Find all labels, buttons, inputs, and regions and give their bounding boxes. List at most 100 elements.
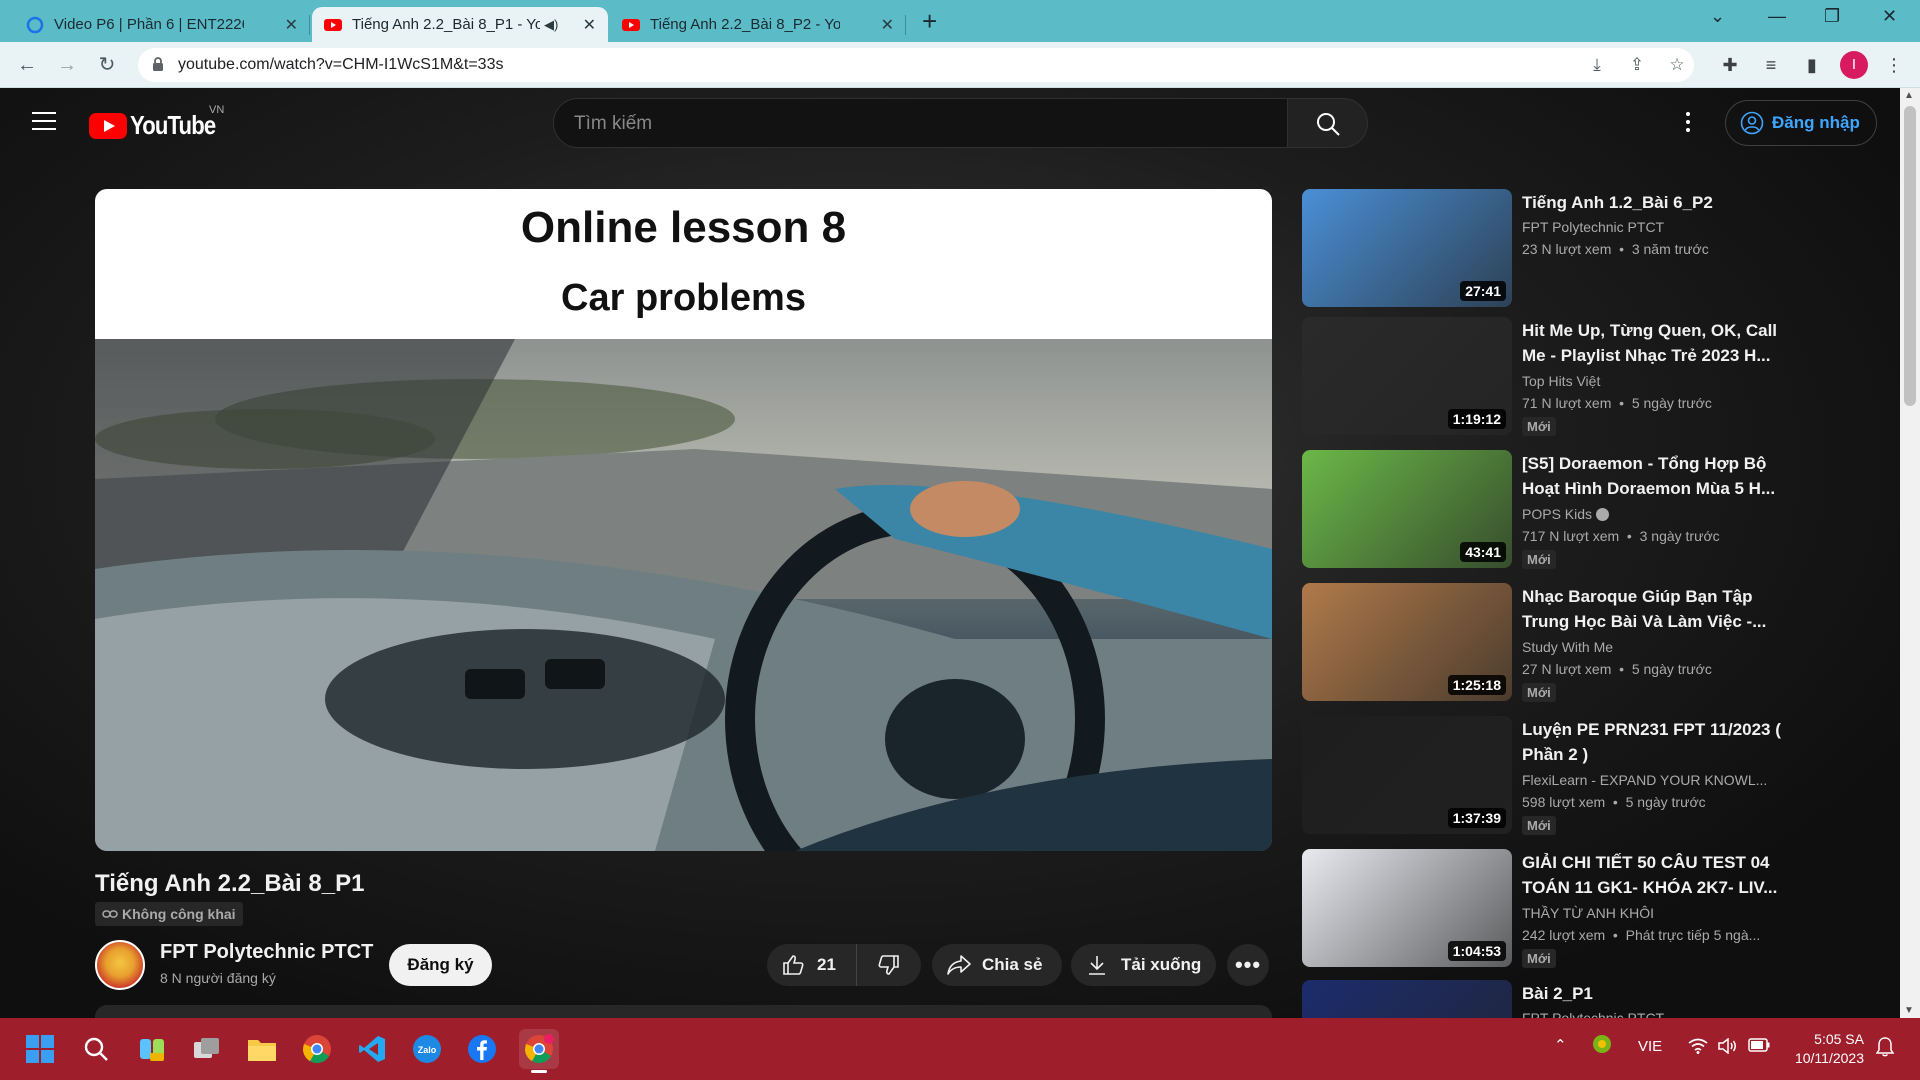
address-bar[interactable]: youtube.com/watch?v=CHM-I1WcS1M&t=33s ⤓ …	[138, 48, 1694, 82]
youtube-page: YouTube VN Tìm kiếm Đăng nhập Online les…	[0, 88, 1900, 1018]
search-button[interactable]	[1288, 98, 1368, 148]
video-thumbnail[interactable]: 1:04:53	[1302, 849, 1512, 967]
recommended-meta: 27 N lượt xem • 5 ngày trước	[1522, 661, 1712, 677]
tab-search-chevron-icon[interactable]: ⌄	[1710, 6, 1725, 27]
share-button[interactable]: Chia sẻ	[932, 944, 1062, 986]
windows-start-icon[interactable]	[22, 1031, 58, 1067]
video-thumbnail[interactable]: 1:25:18	[1302, 583, 1512, 701]
facebook-icon[interactable]	[464, 1031, 500, 1067]
wifi-icon[interactable]	[1688, 1038, 1708, 1058]
recommended-channel[interactable]: POPS Kids	[1522, 506, 1772, 522]
scroll-down-arrow-icon[interactable]: ▼	[1904, 1005, 1914, 1016]
close-window-button[interactable]: ✕	[1882, 6, 1897, 27]
battery-icon[interactable]	[1748, 1038, 1770, 1056]
recommended-channel[interactable]: FlexiLearn - EXPAND YOUR KNOWL...	[1522, 772, 1772, 788]
zalo-icon[interactable]: Zalo	[409, 1031, 445, 1067]
media-control-icon[interactable]: ≡	[1759, 53, 1783, 77]
browser-tab-active[interactable]: Tiếng Anh 2.2_Bài 8_P1 - Yo ◀) ✕	[312, 7, 608, 42]
close-tab-icon[interactable]: ✕	[575, 15, 596, 35]
more-actions-button[interactable]: •••	[1227, 944, 1269, 986]
recommended-video[interactable]: 1:04:53 GIẢI CHI TIẾT 50 CÂU TEST 04 TOÁN…	[1302, 849, 1782, 969]
file-explorer-icon[interactable]	[244, 1031, 280, 1067]
recommended-video[interactable]: 1:37:39 Luyện PE PRN231 FPT 11/2023 ( Phầ…	[1302, 716, 1782, 836]
bookmark-star-icon[interactable]: ☆	[1667, 55, 1687, 75]
signin-button[interactable]: Đăng nhập	[1725, 100, 1877, 146]
recommended-video[interactable]: Bài 2_P1 FPT Polytechnic PTCT	[1302, 980, 1782, 1018]
input-language[interactable]: VIE	[1638, 1038, 1662, 1055]
widgets-icon[interactable]	[134, 1031, 170, 1067]
reload-icon[interactable]: ↻	[95, 53, 119, 77]
extensions-puzzle-icon[interactable]: ✚	[1718, 53, 1742, 77]
page-scrollbar[interactable]: ▲ ▼	[1900, 88, 1920, 1018]
chrome-menu-icon[interactable]: ⋮	[1882, 53, 1906, 77]
share-page-icon[interactable]: ⇪	[1627, 55, 1647, 75]
task-view-icon[interactable]	[189, 1031, 225, 1067]
video-thumbnail[interactable]: 27:41	[1302, 189, 1512, 307]
search-icon[interactable]	[78, 1031, 114, 1067]
scrollbar-thumb[interactable]	[1904, 106, 1916, 406]
browser-tab[interactable]: Video P6 | Phần 6 | ENT2226 Co ✕	[14, 7, 310, 42]
recommended-video[interactable]: 1:25:18 Nhạc Baroque Giúp Bạn Tập Trung H…	[1302, 583, 1782, 703]
recommended-title[interactable]: [S5] Doraemon - Tổng Hợp Bộ Hoạt Hình Do…	[1522, 451, 1782, 501]
system-clock[interactable]: 5:05 SA 10/11/2023	[1772, 1030, 1864, 1068]
side-panel-icon[interactable]: ▮	[1800, 53, 1824, 77]
search-input[interactable]: Tìm kiếm	[553, 98, 1288, 148]
like-button[interactable]: 21	[767, 944, 857, 986]
close-tab-icon[interactable]: ✕	[277, 15, 298, 35]
video-player[interactable]: Online lesson 8 Car problems	[95, 189, 1272, 851]
settings-kebab-icon[interactable]	[1686, 112, 1692, 136]
new-badge: Mới	[1522, 683, 1556, 702]
recommended-title[interactable]: Bài 2_P1	[1522, 981, 1782, 1006]
svg-text:Zalo: Zalo	[418, 1045, 437, 1055]
lock-icon[interactable]	[152, 57, 164, 72]
video-thumbnail[interactable]	[1302, 980, 1512, 1018]
network-status-icon[interactable]	[1592, 1034, 1612, 1058]
chrome-active-icon[interactable]	[519, 1029, 559, 1073]
browser-tab[interactable]: Tiếng Anh 2.2_Bài 8_P2 - YouTub ✕	[610, 7, 906, 42]
speaker-icon[interactable]: ◀)	[544, 17, 558, 33]
recommended-title[interactable]: Tiếng Anh 1.2_Bài 6_P2	[1522, 190, 1782, 215]
recommended-channel[interactable]: THẦY TỪ ANH KHÔI	[1522, 905, 1772, 921]
video-thumbnail[interactable]: 1:19:12	[1302, 317, 1512, 435]
volume-icon[interactable]	[1718, 1037, 1738, 1058]
vscode-icon[interactable]	[354, 1031, 390, 1067]
recommended-channel[interactable]: FPT Polytechnic PTCT	[1522, 1010, 1772, 1018]
recommended-video[interactable]: 27:41 Tiếng Anh 1.2_Bài 6_P2 FPT Polytechn…	[1302, 189, 1782, 309]
search-icon	[1317, 113, 1340, 136]
recommended-video[interactable]: 43:41 [S5] Doraemon - Tổng Hợp Bộ Hoạt Hì…	[1302, 450, 1782, 570]
video-duration: 1:04:53	[1447, 941, 1506, 961]
recommended-channel[interactable]: FPT Polytechnic PTCT	[1522, 219, 1772, 235]
channel-avatar[interactable]	[95, 940, 145, 990]
minimize-button[interactable]: —	[1768, 6, 1786, 27]
account-icon	[1740, 111, 1764, 135]
dislike-button[interactable]	[857, 944, 921, 986]
recommended-title[interactable]: Nhạc Baroque Giúp Bạn Tập Trung Học Bài …	[1522, 584, 1782, 634]
youtube-logo[interactable]: YouTube VN	[89, 104, 230, 141]
description-box[interactable]	[95, 1005, 1272, 1018]
show-hidden-icons-chevron[interactable]: ⌃	[1554, 1036, 1567, 1054]
recommended-title[interactable]: Luyện PE PRN231 FPT 11/2023 ( Phần 2 )	[1522, 717, 1782, 767]
hamburger-menu-icon[interactable]	[32, 112, 56, 130]
channel-name[interactable]: FPT Polytechnic PTCT	[160, 941, 373, 964]
notification-bell-icon[interactable]	[1875, 1037, 1895, 1061]
video-thumbnail[interactable]: 1:37:39	[1302, 716, 1512, 834]
forward-arrow-icon[interactable]: →	[55, 53, 79, 77]
close-tab-icon[interactable]: ✕	[873, 15, 894, 35]
new-tab-button[interactable]: +	[922, 8, 937, 34]
profile-avatar[interactable]: I	[1840, 51, 1868, 79]
download-button[interactable]: Tải xuống	[1071, 944, 1216, 986]
subscribe-button[interactable]: Đăng ký	[389, 944, 492, 986]
back-arrow-icon[interactable]: ←	[15, 53, 39, 77]
recommended-channel[interactable]: Top Hits Việt	[1522, 373, 1772, 389]
recommended-title[interactable]: GIẢI CHI TIẾT 50 CÂU TEST 04 TOÁN 11 GK1…	[1522, 850, 1782, 900]
recommended-title[interactable]: Hit Me Up, Từng Quen, OK, Call Me - Play…	[1522, 318, 1782, 368]
maximize-button[interactable]: ❐	[1824, 6, 1840, 27]
recommended-channel[interactable]: Study With Me	[1522, 639, 1772, 655]
video-thumbnail[interactable]: 43:41	[1302, 450, 1512, 568]
clock-date: 10/11/2023	[1794, 1050, 1864, 1066]
slide-title: Online lesson 8	[520, 203, 847, 252]
scroll-up-arrow-icon[interactable]: ▲	[1904, 90, 1914, 101]
chrome-icon[interactable]	[299, 1031, 335, 1067]
recommended-video[interactable]: 1:19:12 Hit Me Up, Từng Quen, OK, Call Me…	[1302, 317, 1782, 437]
install-app-icon[interactable]: ⤓	[1587, 55, 1607, 75]
